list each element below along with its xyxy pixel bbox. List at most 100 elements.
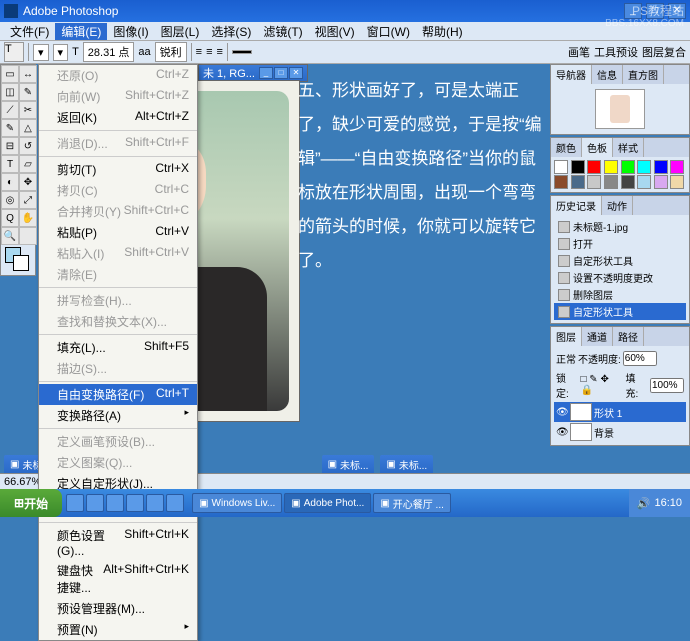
tab-info[interactable]: 信息 — [592, 65, 623, 84]
layer-thumbnail[interactable] — [570, 403, 592, 421]
right-label-2[interactable]: 工具预设 — [594, 44, 638, 60]
swatch[interactable] — [621, 175, 635, 189]
tool-button[interactable]: △ — [19, 119, 37, 137]
menu-item[interactable]: 剪切(T)Ctrl+X — [39, 159, 197, 180]
menu-item[interactable]: 自由变换路径(F)Ctrl+T — [39, 384, 197, 405]
swatch[interactable] — [670, 160, 684, 174]
menu-item[interactable]: 图像(I) — [107, 23, 154, 40]
tool-button[interactable]: ✂ — [19, 101, 37, 119]
menu-item[interactable]: 编辑(E) — [55, 23, 107, 40]
align-center-button[interactable]: ≡ — [206, 46, 212, 58]
document-tab[interactable]: ▣未标... — [322, 455, 375, 473]
font-size-dropdown[interactable]: 28.31 点 — [83, 42, 135, 62]
visibility-icon[interactable]: 👁 — [556, 407, 568, 418]
swatch[interactable] — [654, 160, 668, 174]
ql-icon-1[interactable] — [66, 494, 84, 512]
tab-channels[interactable]: 通道 — [582, 327, 613, 346]
document-titlebar[interactable]: 未 1, RG... _ □ ✕ — [199, 65, 307, 81]
fill-input[interactable] — [650, 378, 684, 393]
blend-mode-dropdown[interactable]: 正常 — [556, 351, 576, 366]
tab-actions[interactable]: 动作 — [602, 196, 633, 215]
tool-button[interactable]: ↺ — [19, 137, 37, 155]
color-swatches[interactable] — [1, 245, 35, 275]
swatch[interactable] — [621, 160, 635, 174]
tool-button[interactable] — [19, 227, 37, 245]
menu-item[interactable]: 图层(L) — [155, 23, 206, 40]
ql-icon-5[interactable] — [146, 494, 164, 512]
menu-item[interactable]: 粘贴(P)Ctrl+V — [39, 222, 197, 243]
ql-icon-6[interactable] — [166, 494, 184, 512]
swatch[interactable] — [637, 175, 651, 189]
swatch[interactable] — [554, 160, 568, 174]
tray-icon[interactable]: 🔊 — [637, 497, 651, 510]
tab-histogram[interactable]: 直方图 — [623, 65, 664, 84]
opacity-input[interactable] — [623, 351, 657, 366]
history-item[interactable]: 未标题-1.jpg — [554, 218, 686, 235]
taskbar-task[interactable]: ▣Windows Liv... — [192, 493, 282, 513]
swatch[interactable] — [571, 175, 585, 189]
swatch[interactable] — [604, 175, 618, 189]
history-item[interactable]: 自定形状工具 — [554, 252, 686, 269]
swatch[interactable] — [654, 175, 668, 189]
history-item[interactable]: 自定形状工具 — [554, 303, 686, 320]
tool-button[interactable]: ↔ — [19, 65, 37, 83]
tool-button[interactable]: ✎ — [1, 119, 19, 137]
taskbar-task[interactable]: ▣Adobe Phot... — [284, 493, 371, 513]
lock-icons[interactable]: □ ✎ ✥ 🔒 — [580, 374, 623, 396]
tab-swatches[interactable]: 色板 — [582, 138, 613, 157]
swatch[interactable] — [637, 160, 651, 174]
right-label-3[interactable]: 图层复合 — [642, 44, 686, 60]
font-family-dropdown[interactable]: ▾ — [33, 44, 49, 61]
menu-item[interactable]: 窗口(W) — [361, 23, 416, 40]
tab-color[interactable]: 颜色 — [551, 138, 582, 157]
tab-layers[interactable]: 图层 — [551, 327, 582, 346]
swatch[interactable] — [554, 175, 568, 189]
right-label-1[interactable]: 画笔 — [568, 44, 590, 60]
tool-button[interactable]: ▱ — [19, 155, 37, 173]
font-style-dropdown[interactable]: ▾ — [53, 44, 69, 61]
menu-item[interactable]: 变换路径(A) — [39, 405, 197, 426]
document-tab[interactable]: ▣未标... — [380, 455, 433, 473]
tab-paths[interactable]: 路径 — [613, 327, 644, 346]
start-button[interactable]: ⊞ 开始 — [0, 489, 62, 517]
tool-button[interactable]: ◎ — [1, 191, 19, 209]
tab-navigator[interactable]: 导航器 — [551, 65, 592, 84]
tool-button[interactable]: Q — [1, 209, 19, 227]
ql-icon-4[interactable] — [126, 494, 144, 512]
tool-button[interactable]: ⟋ — [1, 101, 19, 119]
menu-item[interactable]: 文件(F) — [4, 23, 55, 40]
tool-button[interactable]: ✎ — [19, 83, 37, 101]
layer-row[interactable]: 👁背景 — [554, 422, 686, 442]
ql-icon-2[interactable] — [86, 494, 104, 512]
history-item[interactable]: 设置不透明度更改 — [554, 269, 686, 286]
menu-item[interactable]: 帮助(H) — [416, 23, 469, 40]
tool-button[interactable]: ✋ — [19, 209, 37, 227]
menu-item[interactable]: 预设管理器(M)... — [39, 598, 197, 619]
swatch[interactable] — [670, 175, 684, 189]
tab-history[interactable]: 历史记录 — [551, 196, 602, 215]
doc-maximize-button[interactable]: □ — [274, 67, 288, 79]
tool-button[interactable]: ◫ — [1, 83, 19, 101]
swatch[interactable] — [604, 160, 618, 174]
zoom-level[interactable]: 66.67% — [4, 476, 41, 488]
visibility-icon[interactable]: 👁 — [556, 427, 568, 438]
menu-item[interactable]: 选择(S) — [205, 23, 257, 40]
navigator-thumbnail[interactable] — [595, 89, 645, 129]
menu-item[interactable]: 键盘快捷键...Alt+Shift+Ctrl+K — [39, 560, 197, 598]
menu-item[interactable]: 滤镜(T) — [257, 23, 308, 40]
tool-button[interactable]: ⤢ — [19, 191, 37, 209]
taskbar-task[interactable]: ▣开心餐厅 ... — [373, 493, 451, 513]
tool-button[interactable]: T — [1, 155, 19, 173]
system-tray[interactable]: 🔊 16:10 — [629, 489, 690, 517]
swatch[interactable] — [571, 160, 585, 174]
doc-minimize-button[interactable]: _ — [259, 67, 273, 79]
tool-button[interactable]: ⊟ — [1, 137, 19, 155]
tool-preset-icon[interactable]: T — [4, 42, 24, 62]
menu-item[interactable]: 视图(V) — [309, 23, 361, 40]
clock[interactable]: 16:10 — [654, 497, 682, 509]
layer-thumbnail[interactable] — [570, 423, 592, 441]
menu-item[interactable]: 预置(N) — [39, 619, 197, 640]
background-color[interactable] — [13, 255, 29, 271]
tab-styles[interactable]: 样式 — [613, 138, 644, 157]
swatch[interactable] — [587, 160, 601, 174]
